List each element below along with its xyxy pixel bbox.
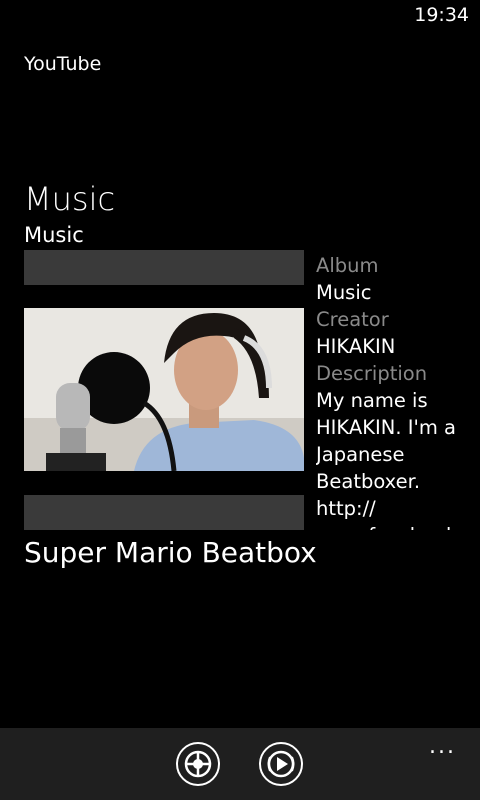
app-title: YouTube <box>24 53 102 75</box>
more-options-button[interactable]: ... <box>429 734 456 759</box>
description-value: My name is HIKAKIN. I'm a Japanese Beatb… <box>316 389 457 530</box>
video-title[interactable]: Super Mario Beatbox <box>24 536 317 569</box>
album-label: Album <box>316 254 379 277</box>
status-time: 19:34 <box>414 4 469 26</box>
thumbnail-image <box>24 308 304 471</box>
add-button[interactable] <box>176 742 220 786</box>
play-button[interactable] <box>259 742 303 786</box>
application-bar: ... <box>0 728 480 800</box>
page-subtitle: Music <box>24 223 84 247</box>
placeholder-bar-top <box>24 250 304 285</box>
description-label: Description <box>316 362 428 385</box>
creator-value[interactable]: HIKAKIN <box>316 333 466 360</box>
add-icon <box>184 750 212 778</box>
placeholder-bar-bottom <box>24 495 304 530</box>
video-thumbnail[interactable] <box>24 308 304 471</box>
play-icon <box>267 750 295 778</box>
page-title: Music <box>24 180 116 218</box>
creator-label: Creator <box>316 308 389 331</box>
details-panel: Album Music Creator HIKAKIN Description … <box>316 252 466 530</box>
album-value: Music <box>316 281 372 304</box>
